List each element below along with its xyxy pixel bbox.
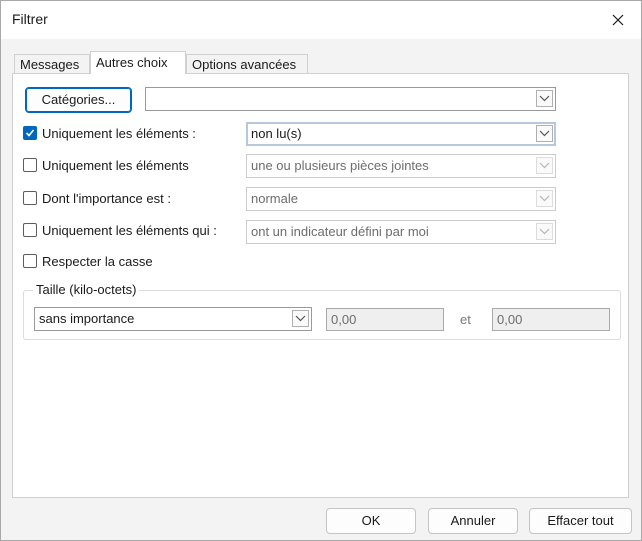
categories-combo[interactable] bbox=[145, 87, 556, 111]
window-title: Filtrer bbox=[12, 11, 48, 27]
flag-checkbox-row[interactable]: Uniquement les éléments qui : bbox=[23, 221, 217, 239]
unread-checkbox-row[interactable]: Uniquement les éléments : bbox=[23, 124, 196, 142]
flag-combo: ont un indicateur défini par moi bbox=[246, 220, 556, 244]
flag-checkbox-label: Uniquement les éléments qui : bbox=[42, 222, 217, 238]
size-between-label: et bbox=[460, 312, 471, 327]
unread-checkbox-label: Uniquement les éléments : bbox=[42, 125, 196, 141]
attachments-checkbox[interactable] bbox=[23, 158, 37, 172]
checkmark-icon bbox=[25, 129, 35, 137]
size-condition-dropdown-button[interactable] bbox=[292, 310, 309, 327]
read-status-dropdown-button[interactable] bbox=[536, 125, 553, 142]
importance-dropdown-button bbox=[536, 190, 553, 207]
attachments-dropdown-button bbox=[536, 157, 553, 174]
match-case-checkbox[interactable] bbox=[23, 254, 37, 268]
chevron-down-icon bbox=[539, 195, 550, 202]
tab-autres-choix[interactable]: Autres choix bbox=[90, 51, 186, 74]
chevron-down-icon bbox=[295, 315, 306, 322]
flag-value: ont un indicateur défini par moi bbox=[251, 224, 429, 239]
match-case-label: Respecter la casse bbox=[42, 253, 153, 269]
importance-checkbox-row[interactable]: Dont l'importance est : bbox=[23, 189, 171, 207]
cancel-button[interactable]: Annuler bbox=[428, 508, 518, 534]
attachments-checkbox-row[interactable]: Uniquement les éléments bbox=[23, 156, 189, 174]
tab-messages[interactable]: Messages bbox=[14, 54, 90, 73]
size-condition-value: sans importance bbox=[39, 311, 135, 326]
size-group-title: Taille (kilo-octets) bbox=[33, 282, 140, 297]
read-status-value: non lu(s) bbox=[251, 126, 302, 141]
filter-dialog: Filtrer Messages Autres choix Options av… bbox=[0, 0, 642, 541]
categories-dropdown-button[interactable] bbox=[536, 90, 553, 107]
ok-button[interactable]: OK bbox=[326, 508, 416, 534]
attachments-value: une ou plusieurs pièces jointes bbox=[251, 158, 429, 173]
close-icon bbox=[612, 14, 624, 26]
chevron-down-icon bbox=[539, 95, 550, 102]
categories-button[interactable]: Catégories... bbox=[25, 87, 132, 113]
importance-value: normale bbox=[251, 191, 298, 206]
attachments-checkbox-label: Uniquement les éléments bbox=[42, 157, 189, 173]
importance-checkbox[interactable] bbox=[23, 191, 37, 205]
read-status-combo[interactable]: non lu(s) bbox=[246, 122, 556, 146]
close-button[interactable] bbox=[595, 1, 641, 39]
importance-combo: normale bbox=[246, 187, 556, 211]
importance-checkbox-label: Dont l'importance est : bbox=[42, 190, 171, 206]
chevron-down-icon bbox=[539, 130, 550, 137]
title-bar: Filtrer bbox=[1, 1, 641, 39]
unread-checkbox[interactable] bbox=[23, 126, 37, 140]
clear-all-button[interactable]: Effacer tout bbox=[529, 508, 632, 534]
size-min-field: 0,00 bbox=[326, 308, 444, 331]
size-condition-combo[interactable]: sans importance bbox=[34, 307, 312, 331]
chevron-down-icon bbox=[539, 162, 550, 169]
size-max-field: 0,00 bbox=[492, 308, 610, 331]
attachments-combo: une ou plusieurs pièces jointes bbox=[246, 154, 556, 178]
flag-dropdown-button bbox=[536, 223, 553, 240]
tab-options-avancees[interactable]: Options avancées bbox=[186, 54, 308, 73]
match-case-checkbox-row[interactable]: Respecter la casse bbox=[23, 252, 153, 270]
chevron-down-icon bbox=[539, 228, 550, 235]
flag-checkbox[interactable] bbox=[23, 223, 37, 237]
